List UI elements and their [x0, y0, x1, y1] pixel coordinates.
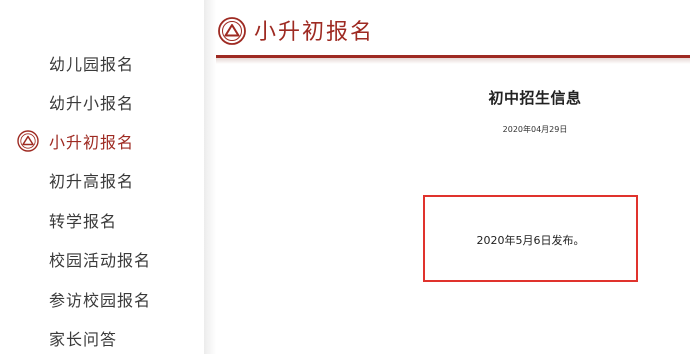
school-emblem-icon: [17, 130, 39, 152]
sidebar-item-campus-visit[interactable]: 参访校园报名: [0, 282, 200, 316]
sidebar-nav: 幼儿园报名 幼升小报名 小升初报名 初升高报名 转学报名 校园活动报名 参访校园…: [0, 0, 204, 354]
sidebar-item-primary[interactable]: 幼升小报名: [0, 85, 200, 119]
sidebar-divider: [204, 0, 216, 354]
sidebar-item-label: 小升初报名: [49, 133, 135, 152]
sidebar-item-high-school[interactable]: 初升高报名: [0, 163, 200, 197]
sidebar-item-label: 家长问答: [49, 330, 118, 349]
school-emblem-icon: [218, 17, 246, 45]
sidebar-item-middle-school[interactable]: 小升初报名: [0, 124, 200, 158]
sidebar-item-label: 初升高报名: [49, 172, 135, 191]
sidebar-item-label: 参访校园报名: [49, 291, 152, 310]
article-body: 2020年5月6日发布。: [476, 234, 585, 247]
sidebar-item-label: 校园活动报名: [49, 251, 152, 270]
sidebar-item-label: 幼儿园报名: [49, 55, 135, 74]
article-date: 2020年04月29日: [502, 125, 568, 134]
sidebar-item-kindergarten[interactable]: 幼儿园报名: [0, 46, 200, 80]
sidebar-item-label: 转学报名: [49, 212, 118, 231]
sidebar-item-parent-qa[interactable]: 家长问答: [0, 321, 200, 355]
sidebar-item-label: 幼升小报名: [49, 94, 135, 113]
header-divider-shadow: [216, 58, 690, 64]
page-header: 小升初报名: [216, 0, 690, 62]
sidebar-item-campus-activity[interactable]: 校园活动报名: [0, 242, 200, 276]
article-title: 初中招生信息: [488, 89, 582, 107]
page-title: 小升初报名: [254, 20, 375, 45]
sidebar-item-transfer[interactable]: 转学报名: [0, 203, 200, 237]
